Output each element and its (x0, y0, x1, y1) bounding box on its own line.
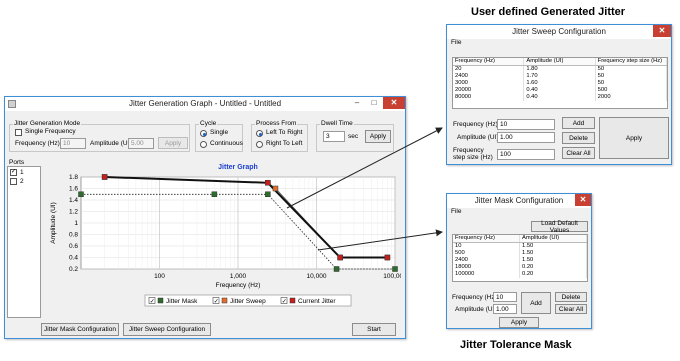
mask-callout-arrow (317, 229, 443, 251)
callout-arrows (286, 127, 443, 251)
sweep-callout-arrow (286, 127, 443, 209)
